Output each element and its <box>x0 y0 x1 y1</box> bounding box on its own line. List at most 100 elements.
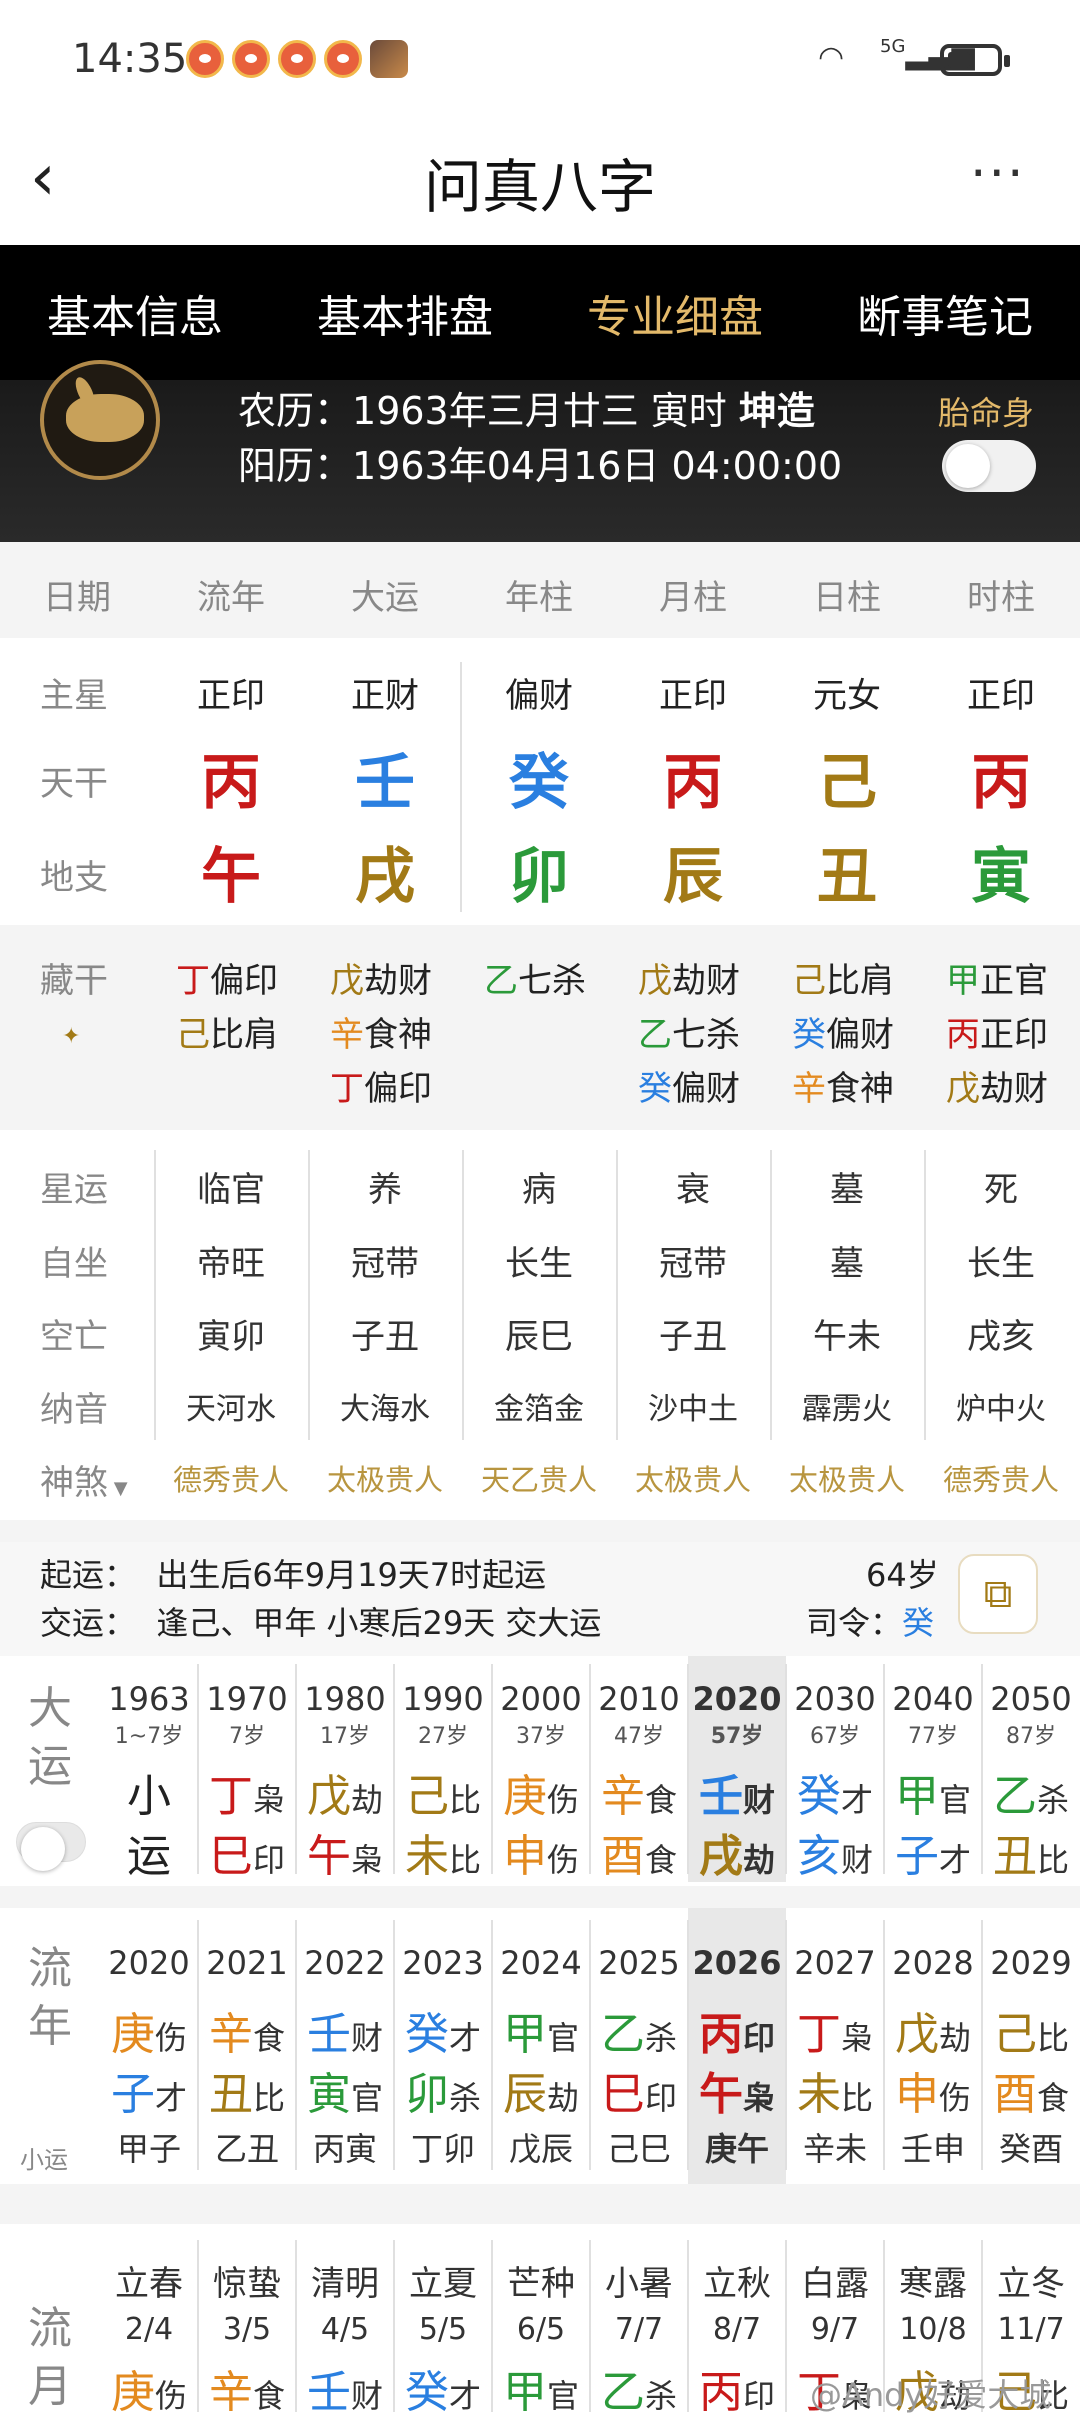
da-yun-year[interactable]: 2020 57岁 <box>688 1680 786 1750</box>
cang-gan-item: 戊劫财 <box>638 953 740 1002</box>
liu-yue-solar-term[interactable]: 立夏 <box>394 2256 492 2305</box>
column-header: 大运 <box>351 578 419 618</box>
zi-zuo-cell: 墓 <box>830 1244 864 1284</box>
liu-nian-year[interactable]: 2027 <box>786 1944 884 1982</box>
liu-nian-year[interactable]: 2023 <box>394 1944 492 1982</box>
di-zhi-cell: 辰 <box>663 842 723 912</box>
liu-nian-year[interactable]: 2025 <box>590 1944 688 1982</box>
shen-sha-cell: 德秀贵人 <box>172 1463 289 1497</box>
cang-gan-stem: 乙 <box>638 1015 672 1055</box>
liu-yue-date: 5/5 <box>418 2312 468 2347</box>
liu-nian-year[interactable]: 2020 <box>100 1944 198 1982</box>
more-options-icon[interactable]: ··· <box>970 144 1026 204</box>
cang-gan-item: 丙正印 <box>946 1007 1048 1056</box>
na-yin-cell: 霹雳火 <box>802 1392 892 1427</box>
liu-nian-year[interactable]: 2021 <box>198 1944 296 1982</box>
tab-notes[interactable]: 断事笔记 <box>810 281 1080 345</box>
liu-nian-year[interactable]: 2029 <box>982 1944 1080 1982</box>
main-star-cell: 正财 <box>351 676 419 716</box>
cang-gan-ten-god: 劫财 <box>672 961 740 1001</box>
liu-yue-char: 癸 <box>404 2367 449 2418</box>
na-yin-cell: 天河水 <box>186 1392 276 1427</box>
shen-sha-cell: 天乙贵人 <box>480 1463 597 1497</box>
da-yun-year-text: 1963 <box>108 1680 190 1718</box>
dropdown-arrow-icon: ▼ <box>108 1478 128 1499</box>
qi-yun-line: 起运： 出生后6年9月19天7时起运 <box>40 1550 546 1596</box>
da-yun-branch: 戌劫 <box>688 1820 786 1884</box>
da-yun-char: 运 <box>127 1831 171 1882</box>
pin-icon[interactable]: ✦ <box>62 1024 80 1049</box>
liu-yue-solar-term[interactable]: 立秋 <box>688 2256 786 2305</box>
da-yun-year[interactable]: 2030 67岁 <box>786 1680 884 1750</box>
tai-ming-shen-toggle[interactable] <box>942 440 1036 492</box>
liu-yue-solar-term[interactable]: 立春 <box>100 2256 198 2305</box>
zi-zuo-cell: 冠带 <box>659 1244 727 1284</box>
da-yun-year[interactable]: 2050 87岁 <box>982 1680 1080 1750</box>
liu-nian-char: 戊 <box>894 2009 939 2060</box>
da-yun-ten-god: 比 <box>448 1781 481 1819</box>
liu-yue-solar-term[interactable]: 芒种 <box>492 2256 590 2305</box>
da-yun-year-text: 1990 <box>402 1680 484 1718</box>
liu-yue-ten-god: 财 <box>350 2377 383 2415</box>
liu-nian-char: 酉 <box>992 2069 1037 2120</box>
liu-yue-solar-term[interactable]: 小暑 <box>590 2256 688 2305</box>
solar-prefix: 阳历： <box>238 444 353 488</box>
tab-basic-chart[interactable]: 基本排盘 <box>270 281 540 345</box>
xing-yun-cell: 病 <box>522 1170 556 1210</box>
da-yun-stem: 壬财 <box>688 1760 786 1824</box>
xiao-yun-toggle[interactable] <box>16 1822 86 1871</box>
liu-nian-ten-god: 劫 <box>938 2019 971 2057</box>
liu-yue-solar-term[interactable]: 立冬 <box>982 2256 1080 2305</box>
da-yun-year[interactable]: 1970 7岁 <box>198 1680 296 1750</box>
liu-nian-year[interactable]: 2028 <box>884 1944 982 1982</box>
da-yun-stem: 庚伤 <box>492 1760 590 1824</box>
di-zhi-cell: 卯 <box>509 842 569 912</box>
liu-nian-year[interactable]: 2022 <box>296 1944 394 1982</box>
da-yun-branch: 运 <box>100 1820 198 1884</box>
cang-gan-item: 丁偏印 <box>176 953 278 1002</box>
da-yun-year[interactable]: 1980 17岁 <box>296 1680 394 1750</box>
liu-yue-char: 乙 <box>600 2367 645 2418</box>
liu-yue-solar-term[interactable]: 清明 <box>296 2256 394 2305</box>
liu-yue-solar-term[interactable]: 寒露 <box>884 2256 982 2305</box>
liu-nian-branch: 辰劫 <box>492 2058 590 2122</box>
main-star-cell: 正印 <box>197 676 265 716</box>
liu-yue-solar-term[interactable]: 白露 <box>786 2256 884 2305</box>
cang-gan-item: 戊劫财 <box>330 953 432 1002</box>
liu-yue-stem: 丙印 <box>688 2356 786 2420</box>
cang-gan-ten-god: 劫财 <box>364 961 432 1001</box>
da-yun-year-text: 2030 <box>794 1680 876 1718</box>
liu-nian-char: 辰 <box>502 2069 547 2120</box>
da-yun-year[interactable]: 2040 77岁 <box>884 1680 982 1750</box>
cang-gan-ten-god: 偏财 <box>826 1015 894 1055</box>
row-label-zi-zuo: 自坐 <box>40 1244 108 1284</box>
liu-nian-stem: 辛食 <box>198 1998 296 2062</box>
da-yun-year[interactable]: 1963 1~7岁 <box>100 1680 198 1750</box>
lunar-date: 农历：1963年三月廿三 寅时 坤造 <box>238 380 815 435</box>
liu-nian-year[interactable]: 2024 <box>492 1944 590 1982</box>
da-yun-year[interactable]: 2010 47岁 <box>590 1680 688 1750</box>
liu-nian-ten-god: 伤 <box>938 2079 971 2117</box>
shen-sha-dropdown[interactable]: 神煞 ▼ <box>40 1455 150 1504</box>
da-yun-branch: 申伤 <box>492 1820 590 1884</box>
liu-nian-ten-god: 枭 <box>742 2079 775 2117</box>
liu-nian-year[interactable]: 2026 <box>688 1944 786 1982</box>
da-yun-ten-god: 杀 <box>1036 1781 1069 1819</box>
cang-gan-stem: 丙 <box>946 1015 980 1055</box>
liu-yue-label: 流月 <box>28 2303 72 2412</box>
spacer <box>0 2184 1080 2224</box>
na-yin-cell: 大海水 <box>340 1392 430 1427</box>
cang-gan-ten-god: 正印 <box>980 1015 1048 1055</box>
liu-yue-ten-god: 伤 <box>154 2377 187 2415</box>
da-yun-age: 47岁 <box>614 1724 664 1749</box>
da-yun-ten-god: 才 <box>840 1781 873 1819</box>
calendar-today-icon[interactable]: ⧉ <box>958 1554 1038 1634</box>
tab-professional-chart[interactable]: 专业细盘 <box>540 281 810 345</box>
liu-nian-branch: 酉食 <box>982 2058 1080 2122</box>
da-yun-year[interactable]: 1990 27岁 <box>394 1680 492 1750</box>
tab-basic-info[interactable]: 基本信息 <box>0 281 270 345</box>
liu-yue-solar-term[interactable]: 惊蛰 <box>198 2256 296 2305</box>
da-yun-char: 甲 <box>894 1771 939 1822</box>
da-yun-year[interactable]: 2000 37岁 <box>492 1680 590 1750</box>
liu-nian-ten-god: 杀 <box>644 2019 677 2057</box>
